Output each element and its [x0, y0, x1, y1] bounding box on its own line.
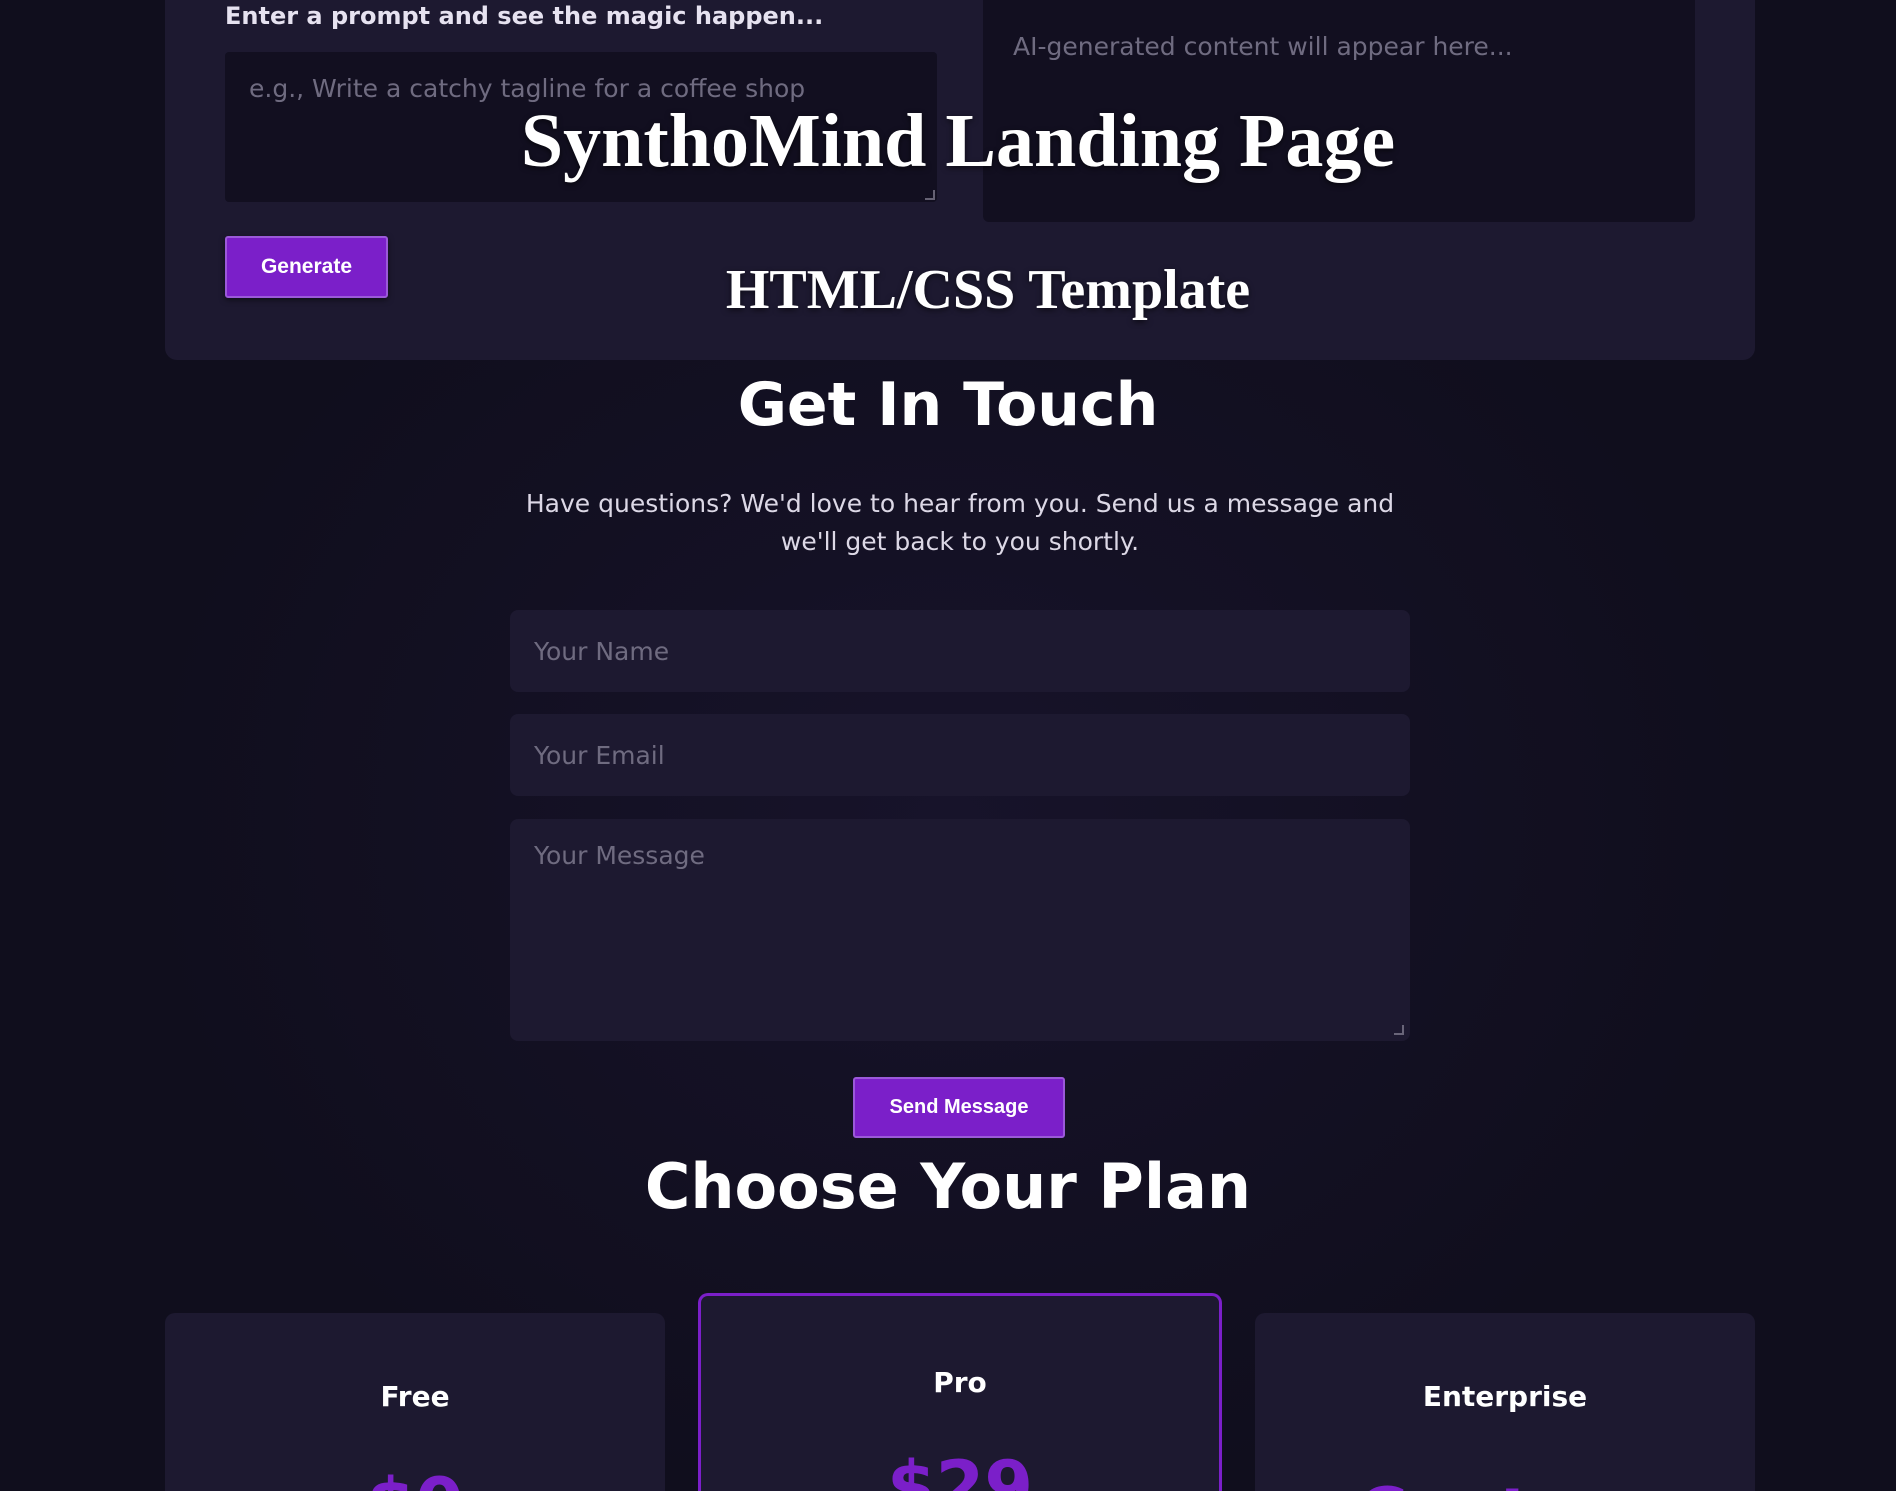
- name-placeholder: Your Name: [534, 636, 670, 666]
- message-placeholder: Your Message: [534, 841, 705, 870]
- plan-price: Custom: [1255, 1473, 1755, 1491]
- email-placeholder: Your Email: [534, 740, 665, 770]
- plan-card-free: Free $0: [165, 1313, 665, 1491]
- plan-card-enterprise: Enterprise Custom: [1255, 1313, 1755, 1491]
- contact-description: Have questions? We'd love to hear from y…: [525, 489, 1395, 556]
- contact-heading: Get In Touch: [737, 370, 1159, 440]
- overlay-title: SynthoMind Landing Page: [520, 99, 1396, 183]
- pricing-heading: Choose Your Plan: [644, 1150, 1252, 1223]
- plan-price: $0: [165, 1463, 665, 1491]
- plan-name: Pro: [933, 1366, 987, 1399]
- message-field[interactable]: Your Message: [510, 819, 1410, 1041]
- plan-name: Enterprise: [1422, 1380, 1588, 1413]
- resize-handle-icon[interactable]: [925, 190, 935, 200]
- plan-price: $29: [886, 1446, 1034, 1491]
- send-message-button[interactable]: Send Message: [853, 1077, 1065, 1138]
- plan-name: Free: [380, 1380, 450, 1413]
- landing-page: Enter a prompt and see the magic happen.…: [0, 0, 1896, 1491]
- prompt-label: Enter a prompt and see the magic happen.…: [225, 2, 824, 30]
- name-field[interactable]: Your Name: [510, 610, 1410, 692]
- overlay-subtitle: HTML/CSS Template: [725, 259, 1251, 321]
- output-placeholder: AI-generated content will appear here...: [1013, 32, 1513, 61]
- resize-handle-icon[interactable]: [1394, 1025, 1404, 1035]
- plan-card-pro: Pro $29: [698, 1293, 1222, 1491]
- email-field[interactable]: Your Email: [510, 714, 1410, 796]
